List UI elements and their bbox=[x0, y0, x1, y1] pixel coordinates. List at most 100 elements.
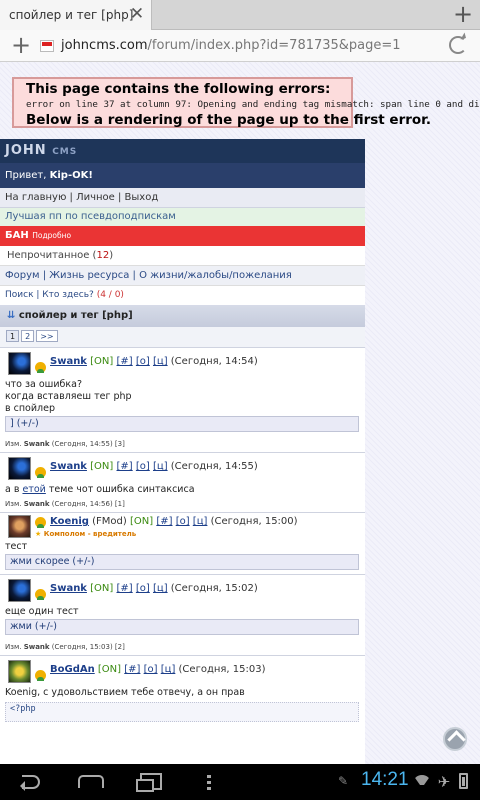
status-clock: 14:21 bbox=[361, 769, 409, 790]
web-content: This page contains the following errors:… bbox=[0, 62, 480, 764]
url-path: /forum/index.php?id=781735&page=1 bbox=[147, 38, 401, 53]
tab-strip: спойлер и тег [php] ✕ + bbox=[0, 0, 480, 30]
edit-user: Swank bbox=[23, 440, 50, 448]
post-text-start: а в bbox=[5, 484, 23, 495]
post-line: еще один тест bbox=[5, 606, 79, 617]
code-block: <?php bbox=[5, 702, 359, 722]
avatar[interactable] bbox=[8, 660, 31, 683]
reply-link[interactable]: [о] bbox=[136, 461, 150, 472]
edit-note: Изм. Swank (Сегодня, 15:03) [2] bbox=[5, 635, 360, 655]
debug-icon: ✎ bbox=[338, 774, 349, 788]
post-line: Koenig, с удовольствием тебе отвечу, а о… bbox=[5, 687, 245, 698]
system-navigation-bar: ✎ 14:21 ✈ bbox=[0, 764, 480, 800]
spoiler-toggle[interactable]: жми скорее (+/-) bbox=[5, 554, 359, 570]
online-count: (4 / 0) bbox=[96, 290, 124, 300]
edit-note: Изм. Swank (Сегодня, 14:56) [1] bbox=[5, 496, 360, 512]
greeting-user: Kip-OK! bbox=[49, 170, 93, 181]
spoiler-toggle[interactable]: жми (+/-) bbox=[5, 619, 359, 635]
edit-user: Swank bbox=[23, 500, 50, 508]
post-anchor-link[interactable]: [#] bbox=[156, 516, 172, 527]
ban-detail-link[interactable]: Подробно bbox=[32, 231, 71, 240]
post-anchor-link[interactable]: [#] bbox=[124, 664, 140, 675]
edit-detail: (Сегодня, 15:03) [2] bbox=[49, 643, 125, 651]
edit-prefix: Изм. bbox=[5, 643, 24, 651]
scroll-to-top-icon[interactable] bbox=[443, 727, 467, 751]
search-who-links[interactable]: Поиск | Кто здесь? bbox=[5, 290, 97, 300]
post-author-link[interactable]: Koenig bbox=[50, 516, 89, 527]
unread-close: ) bbox=[109, 250, 114, 261]
address-bar: + johncms.com/forum/index.php?id=781735&… bbox=[0, 30, 480, 62]
avatar[interactable] bbox=[8, 457, 31, 480]
user-nav[interactable]: На главную | Личное | Выход bbox=[0, 188, 365, 208]
post-meta: Swank [ON] [#] [о] [ц] (Сегодня, 15:02) bbox=[50, 583, 258, 594]
favicon-icon bbox=[40, 40, 54, 52]
reply-link[interactable]: [о] bbox=[176, 516, 190, 527]
post-header: Swank [ON] [#] [о] [ц] (Сегодня, 14:55) bbox=[5, 453, 360, 484]
quote-link[interactable]: [ц] bbox=[153, 356, 168, 367]
reply-link[interactable]: [о] bbox=[136, 583, 150, 594]
post-text: Koenig, с удовольствием тебе отвечу, а о… bbox=[5, 687, 360, 699]
rank-label: Комполом - вредитель bbox=[43, 530, 137, 538]
back-icon[interactable] bbox=[20, 774, 44, 791]
unread-link[interactable]: Непрочитанное (12) bbox=[0, 246, 365, 266]
page-next[interactable]: >> bbox=[36, 330, 58, 342]
spoiler-toggle[interactable]: ] (+/-) bbox=[5, 416, 359, 432]
post-date: (Сегодня, 14:55) bbox=[170, 461, 258, 472]
forum-post: Swank [ON] [#] [о] [ц] (Сегодня, 14:54) … bbox=[0, 347, 365, 452]
site-logo[interactable]: JOHN CMS bbox=[0, 139, 365, 163]
quote-link[interactable]: [ц] bbox=[193, 516, 208, 527]
reply-link[interactable]: [о] bbox=[136, 356, 150, 367]
post-author-link[interactable]: Swank bbox=[50, 583, 87, 594]
post-date: (Сегодня, 15:00) bbox=[210, 516, 298, 527]
url-field[interactable]: johncms.com/forum/index.php?id=781735&pa… bbox=[61, 38, 401, 53]
post-author-link[interactable]: Swank bbox=[50, 356, 87, 367]
user-rank: ★ Комполом - вредитель bbox=[35, 530, 136, 538]
post-anchor-link[interactable]: [#] bbox=[117, 583, 133, 594]
avatar[interactable] bbox=[8, 352, 31, 375]
forum-post: Koenig (FMod) [ON] [#] [о] [ц] (Сегодня,… bbox=[0, 512, 365, 574]
post-author-link[interactable]: BoGdAn bbox=[50, 664, 95, 675]
post-author-link[interactable]: Swank bbox=[50, 461, 87, 472]
home-icon[interactable] bbox=[78, 775, 104, 788]
forum-post: Swank [ON] [#] [о] [ц] (Сегодня, 15:02) … bbox=[0, 574, 365, 655]
ban-notice[interactable]: БАН Подробно bbox=[0, 226, 365, 246]
post-meta: Swank [ON] [#] [о] [ц] (Сегодня, 14:54) bbox=[50, 356, 258, 367]
new-tab-button-icon[interactable]: + bbox=[9, 33, 33, 57]
post-text: еще один тест bbox=[5, 606, 360, 618]
error-message: error on line 37 at column 97: Opening a… bbox=[26, 99, 480, 110]
wifi-icon bbox=[413, 775, 431, 792]
reload-icon[interactable] bbox=[449, 36, 467, 54]
error-heading: This page contains the following errors: bbox=[26, 81, 331, 97]
new-tab-plus-icon[interactable]: + bbox=[452, 2, 474, 26]
recent-apps-icon[interactable] bbox=[136, 773, 162, 792]
page-1[interactable]: 1 bbox=[6, 330, 20, 342]
reply-link[interactable]: [о] bbox=[144, 664, 158, 675]
menu-icon[interactable] bbox=[207, 775, 211, 791]
quote-link[interactable]: [ц] bbox=[153, 583, 168, 594]
error-footer: Below is a rendering of the page up to t… bbox=[26, 112, 432, 128]
browser-tab[interactable]: спойлер и тег [php] ✕ bbox=[0, 0, 152, 30]
logo-sub: CMS bbox=[52, 147, 78, 157]
close-icon[interactable]: ✕ bbox=[128, 5, 146, 23]
online-status: [ON] bbox=[90, 461, 114, 472]
post-meta: Swank [ON] [#] [о] [ц] (Сегодня, 14:55) bbox=[50, 461, 258, 472]
online-status: [ON] bbox=[97, 664, 122, 675]
post-anchor-link[interactable]: [#] bbox=[117, 461, 133, 472]
post-inline-link[interactable]: етой bbox=[22, 484, 45, 495]
breadcrumb[interactable]: Форум | Жизнь ресурса | О жизни/жалобы/п… bbox=[0, 266, 365, 286]
quote-link[interactable]: [ц] bbox=[161, 664, 176, 675]
user-status-icon bbox=[35, 467, 46, 478]
edit-note: Изм. Swank (Сегодня, 14:55) [3] bbox=[5, 432, 360, 452]
rendered-page: JOHN CMS Привет, Kip-OK! На главную | Ли… bbox=[0, 139, 365, 764]
page-2[interactable]: 2 bbox=[21, 330, 35, 342]
post-date: (Сегодня, 15:02) bbox=[170, 583, 258, 594]
user-status-icon bbox=[35, 517, 46, 528]
search-who-bar[interactable]: Поиск | Кто здесь? (4 / 0) bbox=[0, 286, 365, 305]
avatar[interactable] bbox=[8, 579, 31, 602]
post-meta: BoGdAn [ON] [#] [о] [ц] (Сегодня, 15:03) bbox=[50, 664, 265, 675]
promo-link[interactable]: Лучшая пп по псевдоподпискам bbox=[0, 208, 365, 226]
quote-link[interactable]: [ц] bbox=[153, 461, 168, 472]
topic-arrow-icon: ⇊ bbox=[7, 310, 16, 321]
post-anchor-link[interactable]: [#] bbox=[117, 356, 133, 367]
avatar[interactable] bbox=[8, 515, 31, 538]
